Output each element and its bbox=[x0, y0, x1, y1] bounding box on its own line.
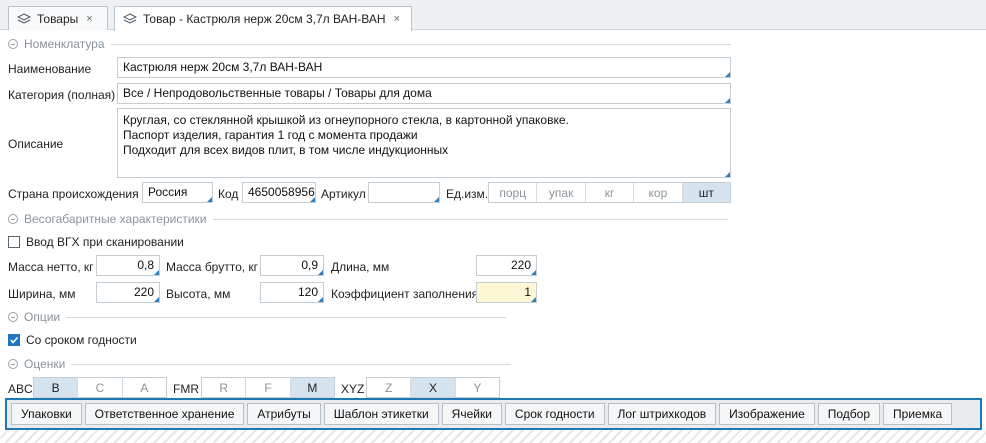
name-label: Наименование bbox=[8, 62, 92, 76]
checkbox-label: Со сроком годности bbox=[26, 333, 137, 347]
torn-edge bbox=[0, 430, 986, 443]
description-line: Паспорт изделия, гарантия 1 год с момент… bbox=[123, 128, 418, 142]
checkbox-label: Ввод ВГХ при сканировании bbox=[26, 235, 184, 249]
abc-option-selected[interactable]: B bbox=[34, 378, 79, 397]
fill-coefficient-field[interactable]: 1 bbox=[476, 282, 537, 303]
fmr-option-selected[interactable]: M bbox=[290, 378, 334, 397]
code-label: Код bbox=[218, 187, 239, 201]
section-dimensions[interactable]: Весогабаритные характеристики bbox=[8, 212, 728, 226]
description-line: Круглая, со стеклянной крышкой из огнеуп… bbox=[123, 113, 569, 127]
unit-option[interactable]: порц bbox=[489, 183, 538, 202]
xyz-selector[interactable]: Z X Y bbox=[366, 377, 500, 398]
code-field[interactable]: 4650058956 bbox=[242, 182, 316, 203]
section-title: Опции bbox=[24, 310, 61, 324]
close-icon[interactable]: × bbox=[86, 13, 92, 25]
tab-products[interactable]: Товары × bbox=[8, 6, 108, 30]
divider bbox=[110, 43, 731, 45]
section-title: Весогабаритные характеристики bbox=[24, 212, 207, 226]
article-field[interactable] bbox=[368, 182, 440, 203]
bottom-tab-cells[interactable]: Ячейки bbox=[441, 403, 502, 425]
xyz-option-selected[interactable]: X bbox=[411, 378, 456, 397]
category-label: Категория (полная) bbox=[8, 88, 116, 102]
gross-mass-label: Масса брутто, кг bbox=[166, 260, 259, 274]
unit-option-selected[interactable]: шт bbox=[682, 183, 731, 202]
checkbox-box[interactable] bbox=[8, 236, 20, 248]
fmr-label: FMR bbox=[173, 382, 199, 396]
length-field[interactable]: 220 bbox=[476, 255, 537, 276]
fmr-option[interactable]: R bbox=[202, 378, 247, 397]
unit-label: Ед.изм. bbox=[446, 187, 489, 201]
section-nomenclature[interactable]: Номенклатура bbox=[8, 37, 731, 51]
length-label: Длина, мм bbox=[331, 260, 390, 274]
category-field[interactable]: Все / Непродовольственные товары / Товар… bbox=[117, 83, 731, 104]
unit-option[interactable]: упак bbox=[537, 183, 586, 202]
unit-option[interactable]: кор bbox=[634, 183, 683, 202]
width-label: Ширина, мм bbox=[8, 287, 76, 301]
vgh-scan-checkbox[interactable]: Ввод ВГХ при сканировании bbox=[8, 235, 184, 249]
tab-bar: Товары × Товар - Кастрюля нерж 20см 3,7л… bbox=[0, 0, 986, 31]
abc-option[interactable]: C bbox=[78, 378, 123, 397]
checkmark-icon bbox=[10, 336, 19, 344]
close-icon[interactable]: × bbox=[394, 13, 400, 25]
collapse-icon[interactable] bbox=[8, 214, 18, 224]
bottom-tab-strip: Упаковки Ответственное хранение Атрибуты… bbox=[5, 398, 982, 430]
tab-label: Товары bbox=[37, 11, 79, 26]
bottom-tab-custody-storage[interactable]: Ответственное хранение bbox=[84, 403, 245, 425]
layers-icon bbox=[123, 13, 137, 25]
bottom-tab-attributes[interactable]: Атрибуты bbox=[247, 403, 321, 425]
height-label: Высота, мм bbox=[166, 287, 231, 301]
divider bbox=[71, 363, 512, 365]
bottom-tab-shelf-life[interactable]: Срок годности bbox=[504, 403, 605, 425]
section-title: Номенклатура bbox=[24, 37, 105, 51]
country-field[interactable]: Россия bbox=[142, 182, 213, 203]
description-line: Подходит для всех видов плит, в том числ… bbox=[123, 143, 449, 157]
height-field[interactable]: 120 bbox=[260, 282, 324, 303]
width-field[interactable]: 220 bbox=[96, 282, 160, 303]
bottom-tab-packages[interactable]: Упаковки bbox=[11, 403, 82, 425]
gross-mass-field[interactable]: 0,9 bbox=[260, 255, 324, 276]
xyz-option[interactable]: Z bbox=[367, 378, 412, 397]
layers-icon bbox=[17, 12, 31, 25]
collapse-icon[interactable] bbox=[8, 359, 18, 369]
fmr-option[interactable]: F bbox=[246, 378, 291, 397]
fmr-selector[interactable]: R F M bbox=[201, 377, 335, 398]
name-field[interactable]: Кастрюля нерж 20см 3,7л ВАН-ВАН bbox=[117, 57, 731, 78]
checkbox-box[interactable] bbox=[8, 334, 20, 346]
tab-product-item[interactable]: Товар - Кастрюля нерж 20см 3,7л ВАН-ВАН … bbox=[114, 6, 412, 31]
section-ratings[interactable]: Оценки bbox=[8, 357, 512, 371]
tab-label: Товар - Кастрюля нерж 20см 3,7л ВАН-ВАН bbox=[143, 12, 386, 26]
xyz-label: XYZ bbox=[341, 382, 365, 396]
country-label: Страна происхождения bbox=[8, 187, 139, 201]
divider bbox=[66, 316, 507, 318]
description-field[interactable]: Круглая, со стеклянной крышкой из огнеуп… bbox=[117, 108, 731, 178]
bottom-tab-label-template[interactable]: Шаблон этикетки bbox=[323, 403, 439, 425]
unit-selector[interactable]: порц упак кг кор шт bbox=[488, 182, 731, 203]
bottom-tab-image[interactable]: Изображение bbox=[719, 403, 815, 425]
net-mass-field[interactable]: 0,8 bbox=[96, 255, 160, 276]
fill-coefficient-label: Коэффициент заполнения bbox=[331, 287, 479, 301]
collapse-icon[interactable] bbox=[8, 39, 18, 49]
bottom-tab-barcode-log[interactable]: Лог штрихкодов bbox=[607, 403, 717, 425]
section-options[interactable]: Опции bbox=[8, 310, 507, 324]
abc-label: ABC bbox=[8, 382, 33, 396]
abc-option[interactable]: A bbox=[123, 378, 166, 397]
unit-option[interactable]: кг bbox=[586, 183, 635, 202]
shelf-life-checkbox[interactable]: Со сроком годности bbox=[8, 333, 137, 347]
xyz-option[interactable]: Y bbox=[456, 378, 499, 397]
collapse-icon[interactable] bbox=[8, 312, 18, 322]
abc-selector[interactable]: B C A bbox=[33, 377, 167, 398]
article-label: Артикул bbox=[321, 187, 366, 201]
bottom-tab-receiving[interactable]: Приемка bbox=[883, 403, 953, 425]
net-mass-label: Масса нетто, кг bbox=[8, 260, 94, 274]
description-label: Описание bbox=[8, 137, 64, 151]
bottom-tab-picking[interactable]: Подбор bbox=[817, 403, 881, 425]
divider bbox=[212, 218, 728, 220]
section-title: Оценки bbox=[24, 357, 66, 371]
